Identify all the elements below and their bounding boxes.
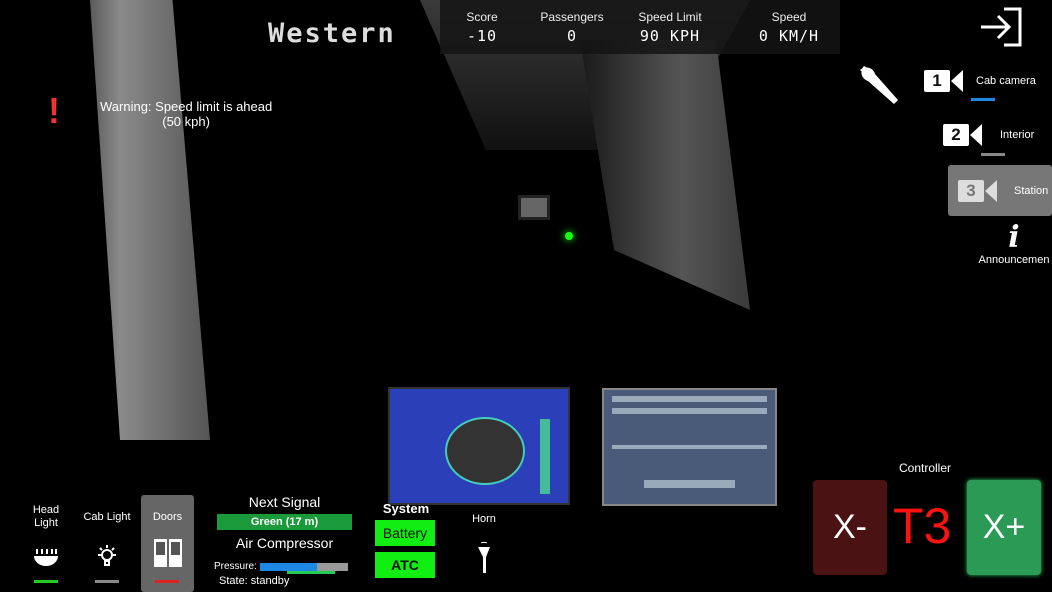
camera-2-button[interactable]: 2 Interior [943,124,1034,146]
camera-1-button[interactable]: 1 Cab camera [924,70,1036,92]
horn-button[interactable]: Horn [464,513,504,578]
cab-monitor-status [602,388,777,506]
wrench-icon[interactable] [854,62,902,106]
camera-icon: 3 [958,179,984,202]
line-name: Western [268,18,396,49]
horn-icon [478,541,490,573]
camera-icon: 2 [943,124,969,146]
controller-title: Controller [899,461,952,475]
head-light-button[interactable]: Head Light [22,504,70,577]
signal-light [565,232,573,240]
head-light-indicator [34,580,58,583]
camera-3-button[interactable]: 3 Station [948,165,1052,216]
next-signal-value: Green (17 m) [217,514,352,530]
info-icon: i [1008,220,1020,255]
pressure-target-bar [287,571,335,574]
controller-plus-button[interactable]: X+ [967,480,1041,575]
camera-1-indicator [971,98,995,101]
speed-warning: Warning: Speed limit is ahead (50 kph) [100,99,273,129]
exit-icon[interactable] [978,6,1024,48]
cab-light-indicator [95,580,119,583]
cab-monitor-gauge [388,387,570,505]
lightbulb-icon [98,545,116,566]
next-signal-panel: Next Signal Green (17 m) Air Compressor [217,494,352,551]
stat-speed-limit: Speed Limit 90 KPH [638,10,702,45]
doors-indicator [155,580,179,583]
stat-speed: Speed 0 KM/H [758,10,820,45]
exclamation-icon: ! [48,90,60,131]
doors-button-content[interactable]: Doors [141,511,194,571]
camera-2-indicator [981,153,1005,156]
controller-notch: T3 [893,498,952,554]
tunnel-wall-left [90,0,210,440]
doors-icon [153,539,182,567]
tunnel-wall-right [580,40,750,310]
tunnel-end [518,195,550,220]
headlight-icon [34,549,58,566]
cab-light-button[interactable]: Cab Light [80,511,134,572]
battery-button[interactable]: Battery [375,520,435,546]
system-panel: System Battery ATC [375,501,437,578]
controller-minus-button[interactable]: X- [813,480,887,575]
pressure-bar [260,563,348,571]
atc-button[interactable]: ATC [375,552,435,578]
camera-icon: 1 [924,70,950,92]
announcements-button[interactable]: i Announcemen [976,220,1052,267]
